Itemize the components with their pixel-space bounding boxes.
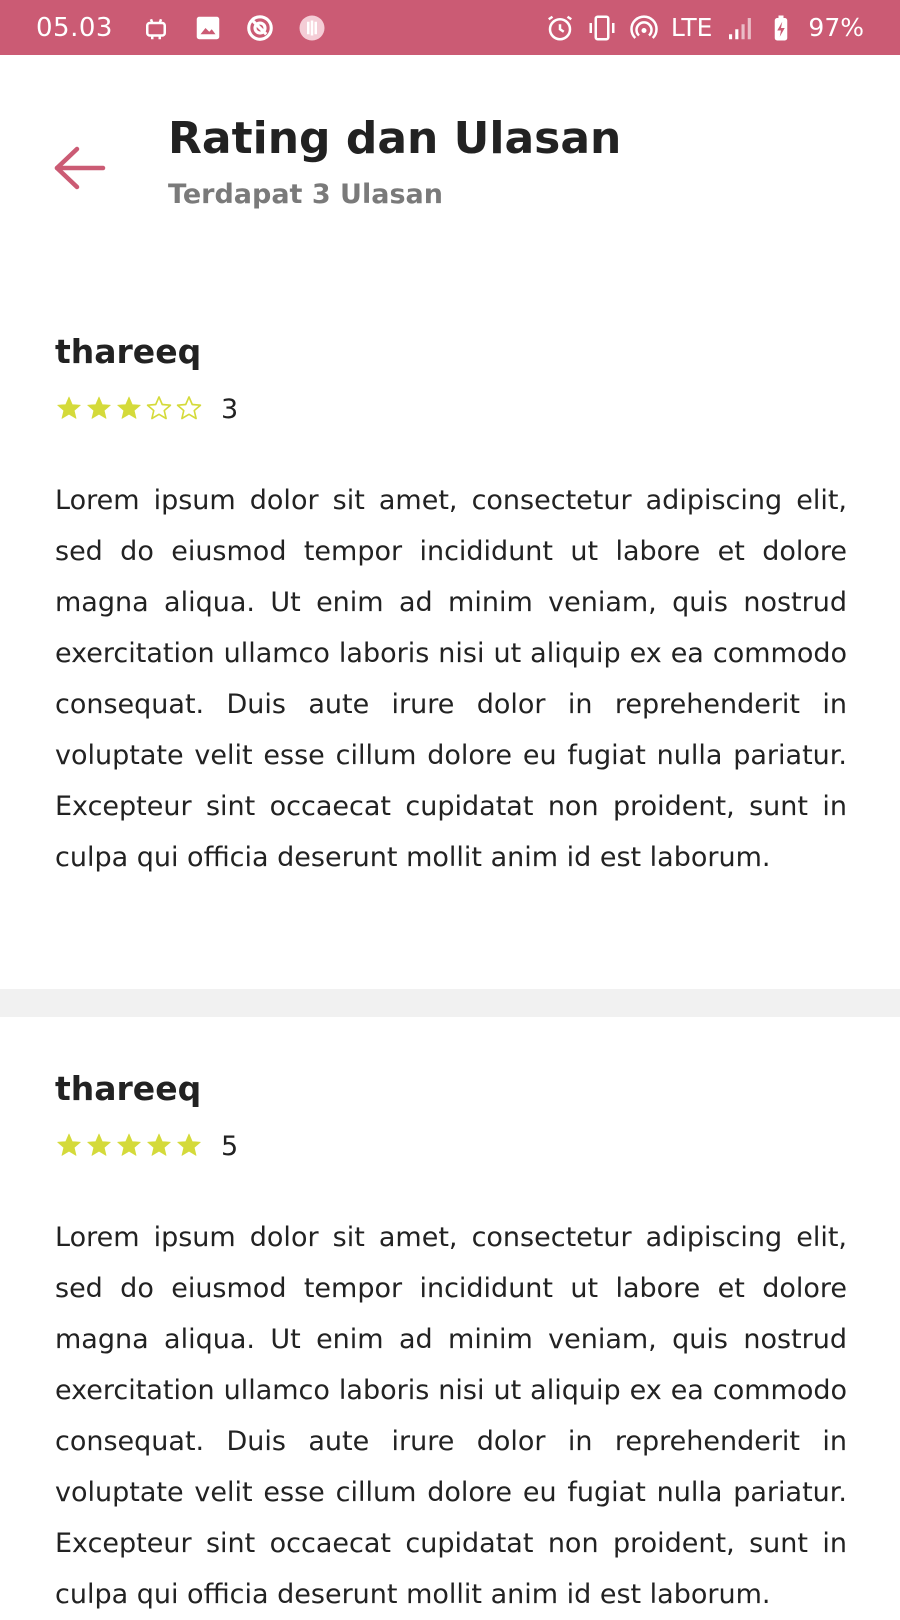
- header: Rating dan Ulasan Terdapat 3 Ulasan: [0, 55, 900, 280]
- star-filled-icon: [85, 394, 113, 422]
- review-divider: [0, 989, 900, 1017]
- status-time: 05.03: [36, 12, 113, 43]
- rating-value: 3: [221, 394, 239, 425]
- review-count: Terdapat 3 Ulasan: [168, 179, 443, 210]
- star-empty-icon: [145, 394, 173, 422]
- rating-row: 5: [55, 1129, 239, 1162]
- status-bar-left: 05.03: [36, 13, 349, 43]
- back-button[interactable]: [44, 133, 114, 203]
- star-rating: [55, 1131, 205, 1159]
- app-icon: [297, 13, 327, 43]
- android-icon: [141, 13, 171, 43]
- battery-percent: 97%: [808, 13, 864, 42]
- star-empty-icon: [175, 394, 203, 422]
- battery-icon: [766, 13, 796, 43]
- signal-icon: [724, 13, 754, 43]
- star-filled-icon: [55, 1131, 83, 1159]
- network-type: LTE: [670, 13, 713, 42]
- hotspot-icon: [629, 13, 659, 43]
- star-filled-icon: [55, 394, 83, 422]
- star-filled-icon: [115, 1131, 143, 1159]
- status-bar: 05.03 LTE 97%: [0, 0, 900, 55]
- star-filled-icon: [175, 1131, 203, 1159]
- star-filled-icon: [115, 394, 143, 422]
- star-filled-icon: [85, 1131, 113, 1159]
- rating-row: 3: [55, 392, 239, 425]
- page-title: Rating dan Ulasan: [168, 113, 622, 164]
- review-text: Lorem ipsum dolor sit amet, consectetur …: [55, 1222, 847, 1610]
- status-bar-right: LTE 97%: [533, 13, 864, 43]
- vpn-icon: [245, 13, 275, 43]
- reviewer-name: thareeq: [55, 332, 202, 371]
- review-text: Lorem ipsum dolor sit amet, consectetur …: [55, 485, 847, 873]
- alarm-icon: [545, 13, 575, 43]
- star-filled-icon: [145, 1131, 173, 1159]
- arrow-left-icon: [54, 146, 106, 190]
- star-rating: [55, 394, 205, 422]
- vibrate-icon: [587, 13, 617, 43]
- reviewer-name: thareeq: [55, 1069, 202, 1108]
- image-icon: [193, 13, 223, 43]
- rating-value: 5: [221, 1131, 239, 1162]
